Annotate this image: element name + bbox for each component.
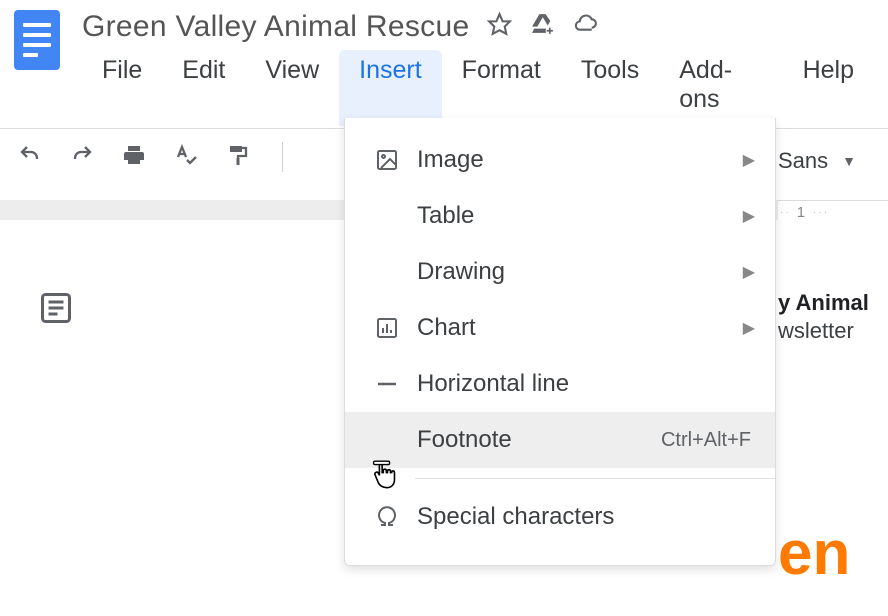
spellcheck-button[interactable]	[174, 143, 198, 172]
submenu-arrow-icon: ▶	[743, 150, 755, 170]
insert-menu-dropdown: Image ▶ Table ▶ Drawing ▶ Chart ▶ Horizontal lin…	[344, 118, 776, 566]
move-to-drive-icon[interactable]	[530, 12, 555, 42]
insert-footnote[interactable]: FootnoteCtrl+Alt+F	[345, 412, 775, 468]
menu-add-ons[interactable]: Add-ons	[659, 50, 782, 126]
caret-down-icon: ▼	[842, 153, 856, 169]
omega-icon	[367, 505, 407, 529]
insert-image[interactable]: Image ▶	[345, 132, 775, 188]
menu-item-label: Image	[417, 146, 735, 174]
paint-format-button[interactable]	[226, 143, 250, 172]
menu-help[interactable]: Help	[783, 50, 874, 126]
star-icon[interactable]	[487, 12, 512, 42]
menu-insert[interactable]: Insert	[339, 50, 442, 126]
doc-title[interactable]: Green Valley Animal Rescue	[82, 10, 469, 44]
menubar: FileEditViewInsertFormatToolsAdd-onsHelp	[82, 50, 874, 126]
menu-view[interactable]: View	[245, 50, 339, 126]
submenu-arrow-icon: ▶	[743, 262, 755, 282]
document-large-text-fragment: en	[778, 518, 850, 589]
menu-item-label: Special characters	[417, 503, 755, 531]
menu-item-label: Drawing	[417, 258, 735, 286]
menu-file[interactable]: File	[82, 50, 162, 126]
chart-icon	[367, 316, 407, 340]
document-text-fragment: wsletter	[778, 318, 854, 344]
menu-item-label: Table	[417, 202, 735, 230]
insert-chart[interactable]: Chart ▶	[345, 300, 775, 356]
submenu-arrow-icon: ▶	[743, 318, 755, 338]
ruler-segment: ·· 1 ···	[778, 200, 888, 224]
toolbar-divider	[282, 142, 283, 172]
menu-item-label: Chart	[417, 314, 735, 342]
document-outline-button[interactable]	[38, 290, 74, 331]
menu-item-label: Horizontal line	[417, 370, 755, 398]
undo-button[interactable]	[18, 143, 42, 172]
menu-edit[interactable]: Edit	[162, 50, 245, 126]
menu-tools[interactable]: Tools	[561, 50, 659, 126]
insert-horizontal-line[interactable]: Horizontal line	[345, 356, 775, 412]
insert-table[interactable]: Table ▶	[345, 188, 775, 244]
hline-icon	[367, 372, 407, 396]
font-name: Sans	[778, 148, 828, 174]
menu-item-label: Footnote	[417, 426, 661, 454]
menu-item-shortcut: Ctrl+Alt+F	[661, 429, 751, 452]
menu-divider	[415, 478, 775, 479]
image-icon	[367, 148, 407, 172]
submenu-arrow-icon: ▶	[743, 206, 755, 226]
font-selector[interactable]: Sans ▼	[778, 148, 856, 174]
insert-special-characters[interactable]: Special characters	[345, 489, 775, 545]
redo-button[interactable]	[70, 143, 94, 172]
docs-app-icon[interactable]	[14, 10, 60, 70]
menu-format[interactable]: Format	[442, 50, 561, 126]
cloud-status-icon[interactable]	[573, 12, 598, 42]
insert-drawing[interactable]: Drawing ▶	[345, 244, 775, 300]
print-button[interactable]	[122, 143, 146, 172]
document-heading-fragment: y Animal	[778, 290, 869, 316]
